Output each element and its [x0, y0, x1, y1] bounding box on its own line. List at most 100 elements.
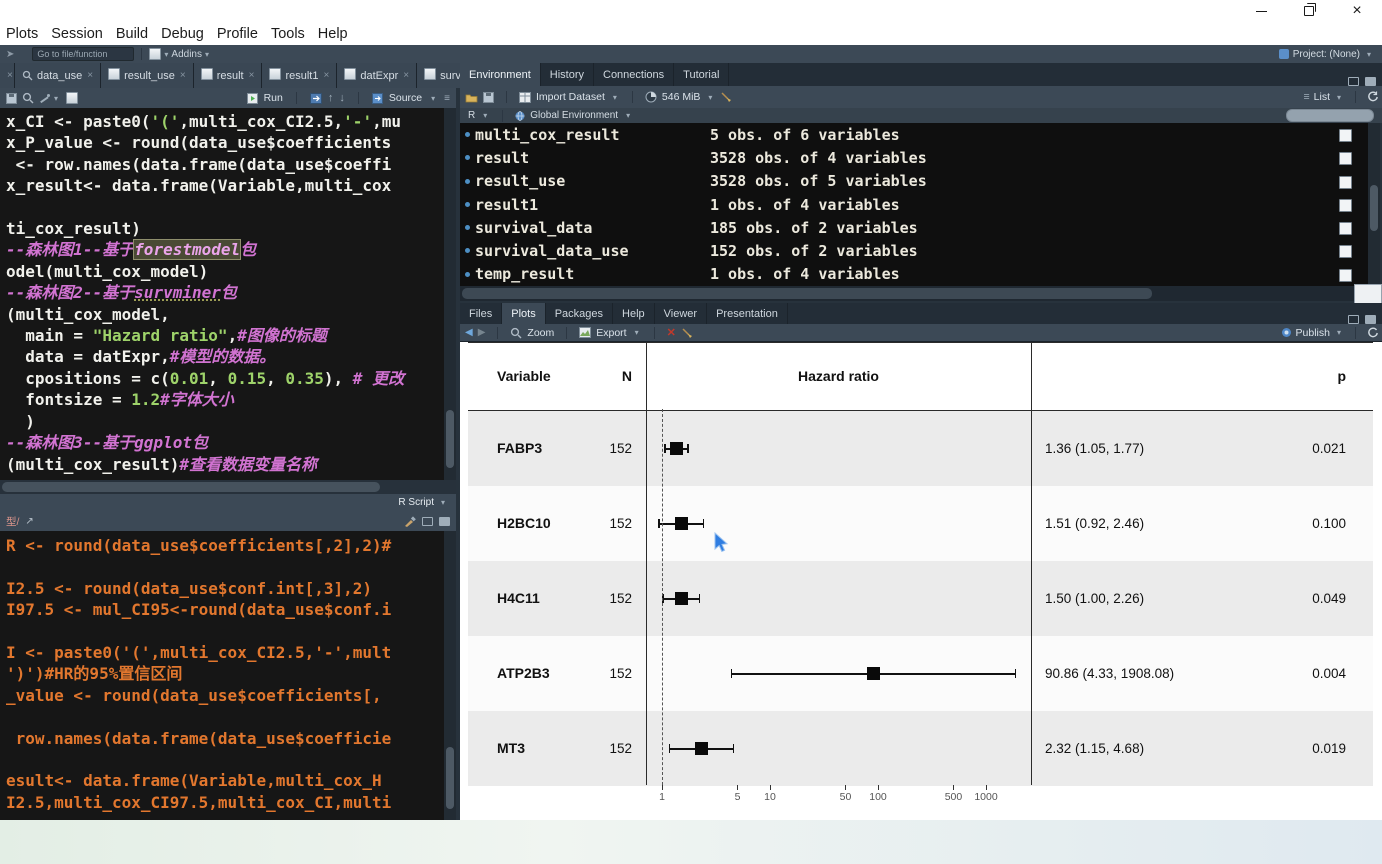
code-line: --森林图2--基于survminer包	[6, 283, 237, 303]
menu-help[interactable]: Help	[316, 26, 359, 42]
scrollbar-thumb[interactable]	[446, 410, 454, 468]
scrollbar-thumb[interactable]	[1370, 185, 1378, 231]
restore-button[interactable]	[1294, 2, 1324, 20]
tab-plots[interactable]: Plots	[502, 303, 546, 324]
editor-tab-partial[interactable]: ×	[0, 63, 15, 88]
minimize-pane-icon[interactable]	[422, 516, 433, 526]
close-icon[interactable]: ×	[403, 70, 409, 81]
editor-horizontal-scrollbar[interactable]	[0, 480, 456, 494]
export-button[interactable]: Export	[596, 327, 626, 339]
view-table-icon[interactable]	[1339, 152, 1352, 166]
back-icon[interactable]: ◀	[465, 327, 473, 338]
menu-session[interactable]: Session	[49, 26, 114, 42]
language-selector[interactable]: R	[468, 110, 475, 121]
tab-viewer[interactable]: Viewer	[654, 303, 708, 324]
import-dataset-button[interactable]: Import Dataset	[536, 91, 605, 103]
editor-tab-result1[interactable]: result1 ×	[262, 63, 338, 88]
brush-icon[interactable]	[404, 515, 416, 527]
save-icon[interactable]	[483, 91, 494, 103]
environment-object-row[interactable]: survival_data_use 152 obs. of 2 variables	[460, 239, 1368, 262]
search-icon[interactable]	[22, 92, 34, 104]
environment-vertical-scrollbar[interactable]	[1368, 123, 1380, 286]
broom-icon[interactable]	[720, 91, 732, 103]
source-up-icon[interactable]: ↑	[328, 92, 334, 104]
view-table-icon[interactable]	[1339, 175, 1352, 189]
environment-object-row[interactable]: multi_cox_result 5 obs. of 6 variables	[460, 123, 1368, 146]
list-view-button[interactable]: List	[1314, 91, 1330, 103]
publish-button[interactable]: Publish	[1296, 327, 1330, 339]
editor-code[interactable]: x_CI <- paste0('(',multi_cox_CI2.5,'-',m…	[0, 108, 444, 480]
editor-tab-result_use[interactable]: result_use ×	[101, 63, 194, 88]
editor-tab-datExpr[interactable]: datExpr ×	[337, 63, 418, 88]
goto-file-input[interactable]	[32, 47, 135, 61]
minimize-pane-icon[interactable]	[1348, 315, 1359, 324]
view-table-icon[interactable]	[1339, 222, 1352, 236]
lower-vertical-scrollbar[interactable]	[444, 531, 456, 820]
zoom-button[interactable]: Zoom	[527, 327, 554, 339]
refresh-icon[interactable]	[1367, 91, 1379, 103]
open-icon[interactable]	[465, 92, 478, 103]
view-table-icon[interactable]	[1339, 129, 1352, 142]
editor-vertical-scrollbar[interactable]	[444, 108, 456, 480]
environment-object-row[interactable]: temp_result 1 obs. of 4 variables	[460, 263, 1368, 286]
environment-selector[interactable]: Global Environment	[530, 110, 618, 121]
tab-presentation[interactable]: Presentation	[707, 303, 788, 324]
rerun-icon[interactable]	[309, 92, 322, 104]
compile-report-icon[interactable]	[66, 92, 79, 104]
tab-history[interactable]: History	[540, 63, 594, 86]
close-icon[interactable]: ×	[324, 70, 330, 81]
remove-plot-icon[interactable]: ✕	[667, 326, 676, 339]
menu-plots[interactable]: Plots	[4, 26, 49, 42]
minimize-pane-icon[interactable]	[1348, 77, 1359, 86]
source-down-icon[interactable]: ↓	[339, 92, 345, 104]
environment-object-row[interactable]: result1 1 obs. of 4 variables	[460, 193, 1368, 216]
maximize-pane-icon[interactable]	[439, 516, 450, 526]
environment-object-row[interactable]: result_use 3528 obs. of 5 variables	[460, 170, 1368, 193]
environment-object-row[interactable]: result 3528 obs. of 4 variables	[460, 146, 1368, 169]
scrollbar-thumb[interactable]	[2, 482, 380, 492]
close-icon[interactable]: ×	[180, 70, 186, 81]
popout-icon[interactable]: ↗	[25, 516, 33, 527]
clear-plots-broom-icon[interactable]	[681, 327, 693, 339]
editor-tab-result[interactable]: result ×	[193, 63, 263, 88]
lower-pane-code[interactable]: R <- round(data_use$coefficients[,2],2)#…	[0, 531, 444, 820]
environment-object-row[interactable]: survival_data 185 obs. of 2 variables	[460, 216, 1368, 239]
save-icon[interactable]	[6, 92, 17, 104]
tab-help[interactable]: Help	[613, 303, 655, 324]
code-line: x_CI <- paste0('(',multi_cox_CI2.5,'-',m…	[6, 112, 401, 131]
refresh-icon[interactable]	[1367, 327, 1379, 339]
menu-tools[interactable]: Tools	[269, 26, 316, 42]
maximize-pane-icon[interactable]	[1365, 77, 1376, 86]
menu-profile[interactable]: Profile	[215, 26, 269, 42]
source-button[interactable]: Source	[389, 92, 422, 104]
tab-packages[interactable]: Packages	[545, 303, 614, 324]
menu-build[interactable]: Build	[114, 26, 159, 42]
view-table-icon[interactable]	[1339, 268, 1352, 282]
scrollbar-thumb[interactable]	[462, 288, 1152, 299]
object-name: result	[475, 148, 530, 167]
tab-connections[interactable]: Connections	[594, 63, 675, 86]
run-button[interactable]: Run	[264, 92, 283, 104]
file-type-selector[interactable]: R Script	[398, 497, 434, 508]
environment-search-input[interactable]	[1286, 109, 1374, 122]
minimize-button[interactable]	[1246, 2, 1276, 20]
tab-files[interactable]: Files	[460, 303, 503, 324]
maximize-pane-icon[interactable]	[1365, 315, 1376, 324]
close-button[interactable]: ×	[1342, 2, 1372, 20]
memory-usage-button[interactable]: 546 MiB	[662, 91, 701, 103]
code-tools-icon[interactable]: ▾	[39, 93, 61, 104]
forward-icon[interactable]: ▶	[478, 327, 486, 338]
view-table-icon[interactable]	[1339, 198, 1352, 212]
environment-horizontal-scrollbar[interactable]	[460, 286, 1368, 301]
editor-tab-data_use[interactable]: data_use ×	[15, 63, 102, 88]
close-icon[interactable]: ×	[87, 70, 93, 81]
close-icon[interactable]: ×	[249, 70, 255, 81]
menu-debug[interactable]: Debug	[159, 26, 215, 42]
outline-icon[interactable]: ≡	[444, 93, 450, 104]
view-table-icon[interactable]	[1339, 245, 1352, 259]
addins-menu[interactable]: Addins	[171, 49, 202, 60]
scrollbar-thumb[interactable]	[446, 747, 454, 809]
tab-tutorial[interactable]: Tutorial	[674, 63, 730, 86]
tab-environment[interactable]: Environment	[460, 63, 541, 86]
project-menu[interactable]: Project: (None)	[1293, 49, 1360, 60]
